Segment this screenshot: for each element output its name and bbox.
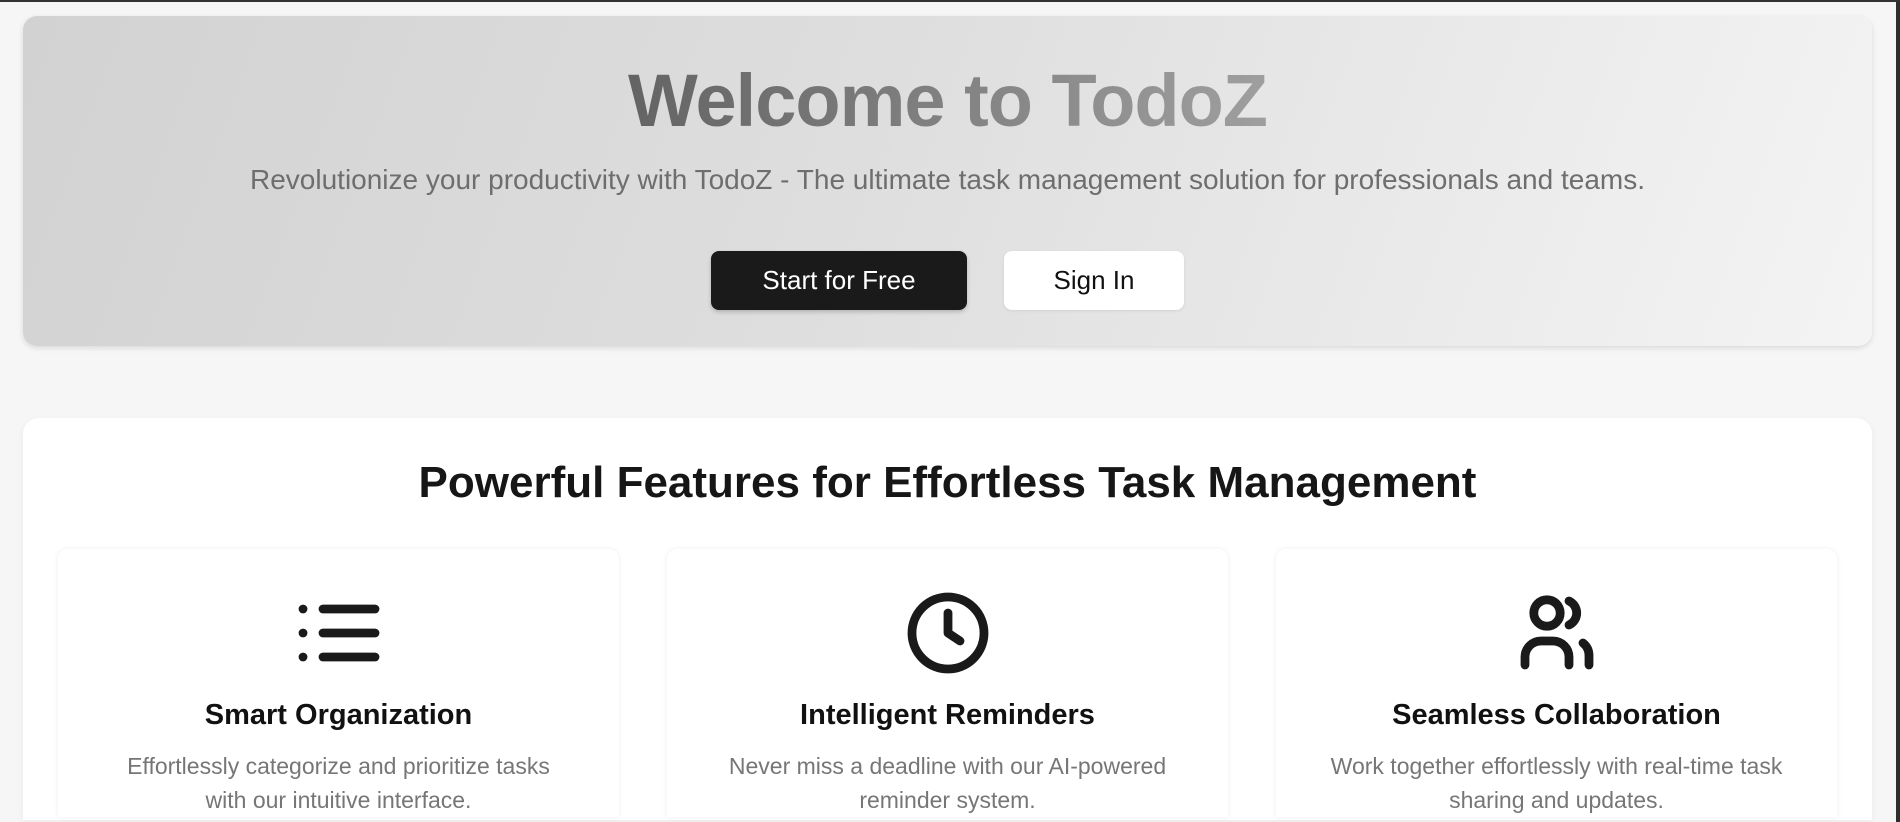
feature-card-intelligent-reminders: Intelligent Reminders Never miss a deadl… [667,549,1228,817]
feature-title: Seamless Collaboration [1392,699,1721,731]
feature-description: Effortlessly categorize and prioritize t… [127,753,550,813]
sign-in-button[interactable]: Sign In [1004,251,1184,310]
feature-card-smart-organization: Smart Organization Effortlessly categori… [58,549,619,817]
clock-icon [907,592,988,674]
users-icon [1520,595,1593,670]
feature-title: Smart Organization [204,699,473,731]
features-section: Powerful Features for Effortless Task Ma… [23,418,1872,820]
hero-subtitle: Revolutionize your productivity with Tod… [250,164,1645,195]
feature-description: Work together effortlessly with real-tim… [1330,753,1783,813]
feature-title: Intelligent Reminders [800,699,1095,731]
features-heading: Powerful Features for Effortless Task Ma… [418,458,1477,507]
list-icon [298,604,379,662]
start-for-free-button[interactable]: Start for Free [711,251,967,310]
feature-card-seamless-collaboration: Seamless Collaboration Work together eff… [1276,549,1837,817]
feature-description: Never miss a deadline with our AI-powere… [728,753,1167,813]
window-edge [1896,2,1900,822]
hero-title: Welcome to TodoZ [23,58,1872,143]
hero-section: Welcome to TodoZ Revolutionize your prod… [23,16,1872,346]
